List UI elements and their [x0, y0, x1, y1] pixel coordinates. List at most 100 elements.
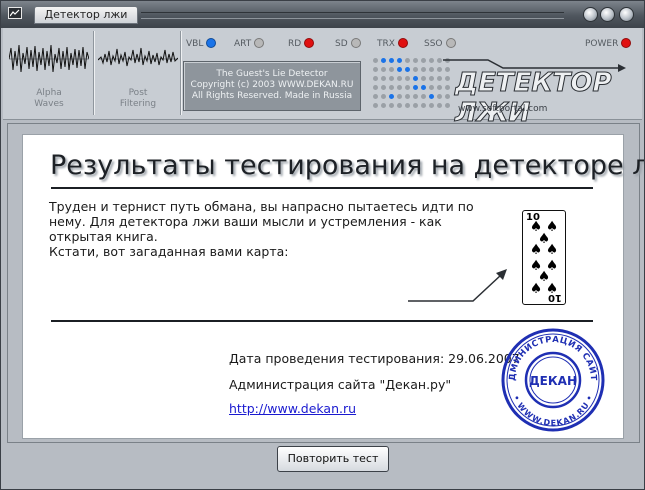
- grid-dot: [429, 58, 434, 63]
- post-filtering-graph-icon: [98, 47, 178, 67]
- grid-dot: [421, 103, 426, 108]
- grid-dot: [381, 76, 386, 81]
- grid-dot: [381, 94, 386, 99]
- indicator-power-label: POWER: [585, 39, 619, 49]
- grid-dot: [397, 58, 402, 63]
- grid-dot: [381, 85, 386, 90]
- grid-dot: [429, 85, 434, 90]
- sso-lamp-icon: [445, 38, 456, 48]
- results-panel: Результаты тестирования на детекторе лжи…: [22, 134, 644, 439]
- grid-dot: [389, 103, 394, 108]
- test-date: Дата проведения тестирования: 29.06.2007: [229, 351, 520, 366]
- window-title: Детектор лжи: [34, 6, 138, 24]
- playing-card-ten-of-spades: 10 10 ♠ ♠ ♠ ♠ ♠ ♠ ♠ ♠ ♠ ♠: [522, 210, 566, 305]
- close-button[interactable]: [619, 7, 634, 22]
- grid-dot: [397, 103, 402, 108]
- repeat-test-button[interactable]: Повторить тест: [277, 446, 389, 472]
- grid-dot: [389, 58, 394, 63]
- trx-lamp-icon: [397, 38, 408, 48]
- title-bar[interactable]: Детектор лжи: [1, 1, 644, 28]
- grid-dot: [397, 94, 402, 99]
- grid-dot: [429, 103, 434, 108]
- result-message: Труден и тернист путь обмана, вы напрасн…: [49, 199, 489, 259]
- art-lamp-icon: [254, 38, 265, 48]
- grid-dot: [429, 94, 434, 99]
- minimize-button[interactable]: [583, 7, 598, 22]
- grid-dot: [421, 58, 426, 63]
- grid-dot: [421, 76, 426, 81]
- grid-dot: [397, 76, 402, 81]
- pointer-arrow-icon: [408, 269, 507, 302]
- grid-dot: [381, 67, 386, 72]
- grid-dot: [421, 85, 426, 90]
- indicator-sso-label: SSO: [424, 39, 443, 49]
- svg-text:♠: ♠: [530, 281, 543, 297]
- grid-dot: [421, 94, 426, 99]
- lcd-line-2: Copyright (c) 2003 WWW.DEKAN.RU: [190, 80, 354, 90]
- alpha-waves-label-1: Alpha: [36, 88, 62, 98]
- grid-dot: [445, 103, 450, 108]
- grid-dot: [437, 103, 442, 108]
- copyright-display: The Guest's Lie Detector Copyright (c) 2…: [183, 61, 361, 111]
- grid-dot: [405, 85, 410, 90]
- grid-dot: [445, 94, 450, 99]
- indicator-vbl-label: VBL: [186, 39, 204, 49]
- grid-dot: [437, 85, 442, 90]
- indicator-art: ART: [234, 37, 265, 51]
- sd-lamp-icon: [350, 38, 361, 48]
- grid-dot: [381, 103, 386, 108]
- indicator-art-label: ART: [234, 39, 252, 49]
- grid-dot: [405, 67, 410, 72]
- vbl-lamp-icon: [206, 38, 217, 48]
- maximize-button[interactable]: [600, 7, 615, 22]
- grid-dot: [405, 103, 410, 108]
- post-filtering-label-1: Post: [128, 88, 148, 98]
- title-bar-groove: [141, 12, 564, 19]
- grid-dot: [429, 67, 434, 72]
- lcd-line-3: All Rights Reserved. Made in Russia: [191, 91, 353, 101]
- instrument-panel: Alpha Waves Post Filtering VBL ART RD SD…: [3, 28, 642, 129]
- message-line-3: открытая книга.: [49, 229, 158, 244]
- grid-dot: [437, 58, 442, 63]
- app-menu-icon[interactable]: [8, 7, 22, 19]
- grid-dot: [389, 67, 394, 72]
- grid-dot: [373, 85, 378, 90]
- svg-text:♠: ♠: [546, 281, 559, 297]
- grid-dot: [373, 76, 378, 81]
- message-line-4: Кстати, вот загаданная вами карта:: [49, 244, 289, 259]
- grid-dot: [437, 94, 442, 99]
- grid-dot: [413, 67, 418, 72]
- site-link[interactable]: http://www.dekan.ru: [229, 401, 356, 416]
- official-stamp-icon: АДМИНИСТРАЦИЯ САЙТА • WWW.DEKAN.RU • ДЕК…: [501, 328, 605, 432]
- panel-divider: [93, 31, 95, 115]
- svg-text:♠: ♠: [546, 242, 559, 258]
- grid-dot: [373, 58, 378, 63]
- alpha-waves-label-2: Waves: [34, 99, 64, 109]
- results-heading: Результаты тестирования на детекторе лжи…: [50, 150, 645, 181]
- grid-dot: [413, 76, 418, 81]
- svg-text:• WWW.DEKAN.RU •: • WWW.DEKAN.RU •: [511, 394, 594, 428]
- grid-dot: [405, 58, 410, 63]
- message-line-1: Труден и тернист путь обмана, вы напрасн…: [49, 199, 474, 214]
- grid-dot: [421, 67, 426, 72]
- grid-dot: [413, 58, 418, 63]
- post-filtering-meter: Post Filtering: [98, 31, 178, 115]
- grid-dot: [429, 76, 434, 81]
- indicator-trx-label: TRX: [377, 39, 395, 49]
- logo-watermark-url: www.softportal.com: [458, 104, 548, 114]
- indicator-sso: SSO: [424, 37, 456, 51]
- alpha-waves-graph-icon: [9, 44, 89, 73]
- grid-dot: [373, 103, 378, 108]
- grid-dot: [413, 94, 418, 99]
- grid-dot: [405, 76, 410, 81]
- bottom-divider: [51, 320, 593, 322]
- grid-dot: [437, 67, 442, 72]
- message-line-2: нему. Для детектора лжи ваши мысли и уст…: [49, 214, 442, 229]
- stamp-center-text: ДЕКАН: [529, 374, 577, 388]
- post-filtering-label-2: Filtering: [119, 99, 157, 109]
- grid-dot: [381, 58, 386, 63]
- svg-text:♠: ♠: [530, 242, 543, 258]
- rd-lamp-icon: [304, 38, 315, 48]
- grid-dot: [373, 94, 378, 99]
- indicator-sd-label: SD: [335, 39, 348, 49]
